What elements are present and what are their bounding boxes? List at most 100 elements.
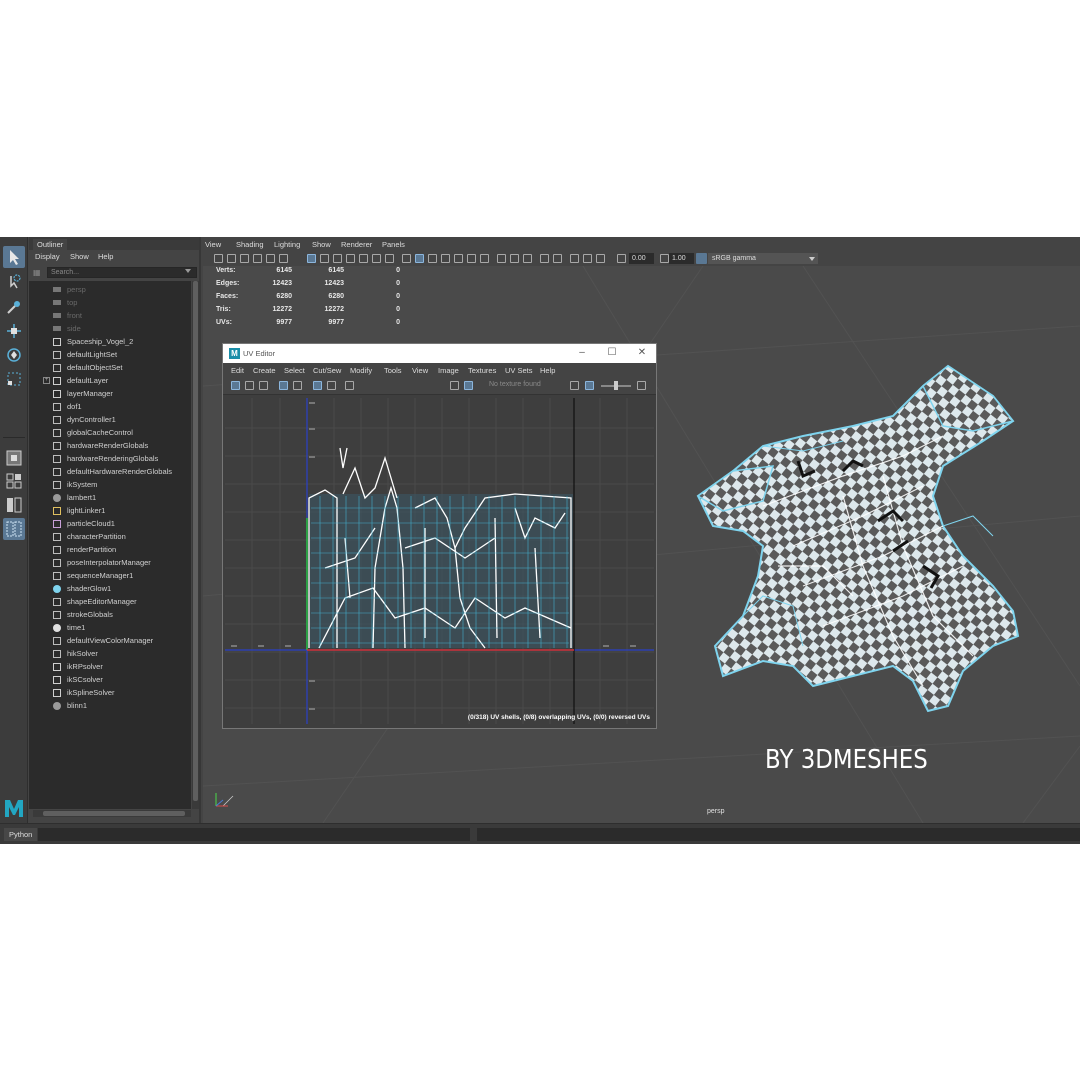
viewport-menu-shading[interactable]: Shading (236, 240, 264, 249)
uv-toolbar-overflow-icon[interactable] (637, 381, 646, 390)
uv-menu-textures[interactable]: Textures (468, 366, 496, 375)
viewport-menu-lighting[interactable]: Lighting (274, 240, 300, 249)
motion-blur-icon[interactable] (497, 254, 506, 263)
uv-menu-uv-sets[interactable]: UV Sets (505, 366, 533, 375)
outliner-item[interactable]: renderPartition (29, 543, 191, 556)
film-gate-icon[interactable] (320, 254, 329, 263)
outliner-item[interactable]: time1 (29, 621, 191, 634)
close-icon[interactable]: ✕ (635, 346, 649, 360)
outliner-item[interactable]: ikSCsolver (29, 673, 191, 686)
move-tool-icon[interactable] (3, 320, 25, 342)
script-language-toggle[interactable]: Python (4, 828, 38, 841)
xray-joints-icon[interactable] (570, 254, 579, 263)
command-input[interactable] (38, 828, 470, 841)
gamma-field[interactable]: 1.00 (669, 253, 694, 264)
rotate-tool-icon[interactable] (3, 344, 25, 366)
uv-editor-canvas[interactable]: (0/318) UV shells, (0/8) overlapping UVs… (225, 398, 654, 724)
resolution-gate-icon[interactable] (333, 254, 342, 263)
outliner-item[interactable]: particleCloud1 (29, 517, 191, 530)
screen-space-ao-icon[interactable] (480, 254, 489, 263)
outliner-search-input[interactable]: Search... (47, 267, 197, 278)
uv-menu-select[interactable]: Select (284, 366, 305, 375)
search-dropdown-icon[interactable] (185, 269, 191, 273)
uv-menu-help[interactable]: Help (540, 366, 555, 375)
exposure-field[interactable]: 0.00 (629, 253, 654, 264)
select-tool-icon[interactable] (3, 246, 25, 268)
safe-action-icon[interactable] (372, 254, 381, 263)
depth-of-field-icon[interactable] (523, 254, 532, 263)
outliner-item[interactable]: globalCacheControl (29, 426, 191, 439)
gamma-icon[interactable] (660, 254, 669, 263)
outliner-item[interactable]: ikRPsolver (29, 660, 191, 673)
outliner-item[interactable]: shapeEditorManager (29, 595, 191, 608)
outliner-item[interactable]: Spaceship_Vogel_2 (29, 335, 191, 348)
outliner-item[interactable]: sequenceManager1 (29, 569, 191, 582)
grease-pencil-icon[interactable] (279, 254, 288, 263)
outliner-vertical-scrollbar[interactable] (192, 281, 199, 809)
uv-snapshot-icon[interactable] (345, 381, 354, 390)
field-chart-icon[interactable] (359, 254, 368, 263)
backface-culling-icon[interactable] (596, 254, 605, 263)
outliner-item[interactable]: side (29, 322, 191, 335)
outliner-item[interactable]: shaderGlow1 (29, 582, 191, 595)
four-view-layout-icon[interactable] (3, 470, 25, 492)
paint-select-tool-icon[interactable] (3, 296, 25, 318)
shadows-icon[interactable] (467, 254, 476, 263)
outliner-item[interactable]: characterPartition (29, 530, 191, 543)
scrollbar-thumb[interactable] (43, 811, 185, 816)
bookmark-icon[interactable] (240, 254, 249, 263)
viewport-menu-view[interactable]: View (205, 240, 221, 249)
uv-menu-create[interactable]: Create (253, 366, 276, 375)
pan-zoom-icon[interactable] (266, 254, 275, 263)
uv-layout-icon[interactable] (3, 518, 25, 540)
lights-icon[interactable] (454, 254, 463, 263)
outliner-item[interactable]: defaultViewColorManager (29, 634, 191, 647)
uv-snap-icon[interactable] (245, 381, 254, 390)
smooth-shade-icon[interactable] (415, 254, 424, 263)
outliner-item[interactable]: hardwareRenderingGlobals (29, 452, 191, 465)
exposure-icon[interactable] (617, 254, 626, 263)
uv-menu-edit[interactable]: Edit (231, 366, 244, 375)
outliner-item[interactable]: blinn1 (29, 699, 191, 712)
uv-rgb-channels-icon[interactable] (570, 381, 579, 390)
uv-exposure-slider-handle[interactable] (614, 381, 618, 390)
uv-align-icon[interactable] (259, 381, 268, 390)
outliner-item[interactable]: ikSystem (29, 478, 191, 491)
image-plane-icon[interactable] (253, 254, 262, 263)
lasso-tool-icon[interactable] (3, 271, 25, 293)
camera-attributes-icon[interactable] (227, 254, 236, 263)
xray-icon[interactable] (553, 254, 562, 263)
xray-components-icon[interactable] (583, 254, 592, 263)
outliner-item[interactable]: lightLinker1 (29, 504, 191, 517)
viewport-menu-panels[interactable]: Panels (382, 240, 405, 249)
uv-alpha-icon[interactable] (585, 381, 594, 390)
outliner-item[interactable]: front (29, 309, 191, 322)
uv-grid-icon[interactable] (231, 381, 240, 390)
minimize-icon[interactable]: – (575, 346, 589, 360)
uv-menu-cut-sew[interactable]: Cut/Sew (313, 366, 341, 375)
gate-mask-icon[interactable] (346, 254, 355, 263)
expand-icon[interactable]: + (43, 377, 50, 384)
uv-checker-icon[interactable] (313, 381, 322, 390)
uv-menu-image[interactable]: Image (438, 366, 459, 375)
outliner-item[interactable]: hardwareRenderGlobals (29, 439, 191, 452)
safe-title-icon[interactable] (385, 254, 394, 263)
outliner-item[interactable]: defaultHardwareRenderGlobals (29, 465, 191, 478)
outliner-item[interactable]: poseInterpolatorManager (29, 556, 191, 569)
outliner-item[interactable]: dof1 (29, 400, 191, 413)
textured-icon[interactable] (441, 254, 450, 263)
outliner-item[interactable]: lambert1 (29, 491, 191, 504)
outliner-item[interactable]: hikSolver (29, 647, 191, 660)
outliner-menu-help[interactable]: Help (98, 252, 113, 261)
viewport-menu-show[interactable]: Show (312, 240, 331, 249)
scale-tool-icon[interactable] (3, 368, 25, 390)
outliner-item[interactable]: top (29, 296, 191, 309)
search-options-icon[interactable]: ▦ (33, 267, 43, 278)
color-management-icon[interactable] (696, 253, 707, 264)
camera-select-icon[interactable] (214, 254, 223, 263)
outliner-item[interactable]: defaultObjectSet (29, 361, 191, 374)
outliner-item[interactable]: ikSplineSolver (29, 686, 191, 699)
outliner-menu-display[interactable]: Display (35, 252, 60, 261)
outliner-item[interactable]: layerManager (29, 387, 191, 400)
multisample-icon[interactable] (510, 254, 519, 263)
